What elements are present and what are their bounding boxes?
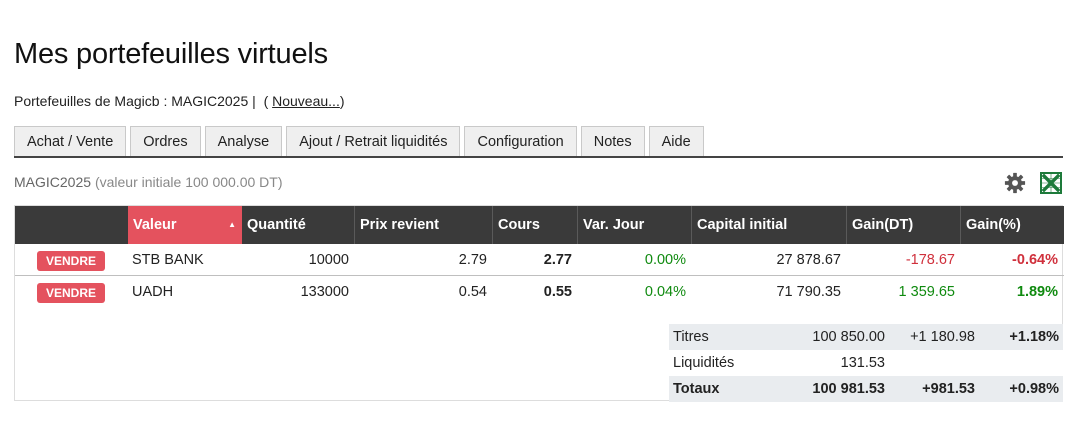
summary-row-totaux: Totaux 100 981.53 +981.53 +0.98%: [669, 376, 1063, 402]
column-header-capital-initial[interactable]: Capital initial: [691, 206, 846, 244]
gear-icon[interactable]: [1004, 172, 1026, 194]
summary-label: Liquidités: [673, 355, 735, 371]
tab-aide[interactable]: Aide: [648, 126, 704, 157]
column-header-quantite[interactable]: Quantité: [242, 206, 354, 244]
portfolio-initial-value: (valeur initiale 100 000.00 DT): [94, 174, 283, 190]
cell-gain-dt: 1 359.65: [898, 284, 955, 300]
cell-quantite: 133000: [300, 284, 349, 300]
portfolio-table: Valeur ▲ Quantité Prix revient Cours Var…: [14, 205, 1064, 402]
column-header-cours[interactable]: Cours: [492, 206, 577, 244]
tab-achat-vente[interactable]: Achat / Vente: [14, 126, 127, 157]
summary-row-liquidites: Liquidités 131.53: [669, 350, 1063, 376]
summary-label: Titres: [673, 329, 709, 345]
column-header-valeur[interactable]: Valeur ▲: [128, 206, 242, 244]
tabs-divider: [14, 156, 1063, 158]
portfolio-selector-line: Portefeuilles de Magicb : MAGIC2025 | ( …: [14, 93, 345, 109]
cell-var-jour: 0.00%: [644, 252, 686, 268]
cell-gain-pct: -0.64%: [1012, 252, 1058, 268]
tab-analyse[interactable]: Analyse: [204, 126, 283, 157]
table-row: VENDRE STB BANK 10000 2.79 2.77 0.00% 27…: [15, 245, 1064, 276]
summary-pct: +0.98%: [1009, 381, 1059, 397]
tab-ajout-retrait-liquidites[interactable]: Ajout / Retrait liquidités: [286, 126, 461, 157]
cell-prix-revient: 0.54: [458, 284, 487, 300]
cell-prix-revient: 2.79: [458, 252, 487, 268]
tab-bar: Achat / Vente Ordres Analyse Ajout / Ret…: [14, 126, 704, 157]
summary-label: Totaux: [673, 381, 720, 397]
table-header-row: Valeur ▲ Quantité Prix revient Cours Var…: [15, 206, 1064, 244]
page-title: Mes portefeuilles virtuels: [14, 38, 328, 70]
sell-button[interactable]: VENDRE: [37, 283, 105, 303]
portfolio-line-separator: :: [163, 93, 168, 109]
new-link-close-paren: ): [339, 93, 345, 109]
cell-cours: 0.55: [543, 284, 572, 300]
new-portfolio-link[interactable]: Nouveau...: [272, 93, 340, 109]
portfolio-name[interactable]: MAGIC2025 |: [171, 93, 256, 109]
column-header-label: Valeur: [133, 217, 177, 233]
summary-row-titres: Titres 100 850.00 +1 180.98 +1.18%: [669, 324, 1063, 350]
summary-value: 131.53: [840, 355, 885, 371]
column-header-prix-revient[interactable]: Prix revient: [354, 206, 492, 244]
cell-cours: 2.77: [543, 252, 572, 268]
cell-var-jour: 0.04%: [644, 284, 686, 300]
cell-gain-dt: -178.67: [905, 252, 955, 268]
tab-configuration[interactable]: Configuration: [464, 126, 577, 157]
summary-gain: +981.53: [922, 381, 975, 397]
portfolio-owner: Magicb: [114, 93, 160, 109]
column-header-gain-dt[interactable]: Gain(DT): [846, 206, 960, 244]
summary-value: 100 981.53: [812, 381, 885, 397]
tab-ordres[interactable]: Ordres: [130, 126, 201, 157]
cell-capital-initial: 71 790.35: [776, 284, 841, 300]
summary-value: 100 850.00: [812, 329, 885, 345]
summary-pct: +1.18%: [1009, 329, 1059, 345]
portfolio-subtitle-name: MAGIC2025: [14, 174, 92, 190]
new-link-open-paren: (: [263, 93, 269, 109]
sort-up-icon: ▲: [228, 220, 236, 229]
cell-valeur[interactable]: UADH: [132, 277, 242, 308]
tab-notes[interactable]: Notes: [580, 126, 645, 157]
column-header-var-jour[interactable]: Var. Jour: [577, 206, 691, 244]
column-header-gain-pct[interactable]: Gain(%): [960, 206, 1064, 244]
portfolio-line-prefix: Portefeuilles de: [14, 93, 111, 109]
cell-gain-pct: 1.89%: [1016, 284, 1058, 300]
cell-capital-initial: 27 878.67: [776, 252, 841, 268]
cell-quantite: 10000: [308, 252, 349, 268]
cell-valeur[interactable]: STB BANK: [132, 245, 242, 276]
table-row: VENDRE UADH 133000 0.54 0.55 0.04% 71 79…: [15, 277, 1064, 308]
summary-gain: +1 180.98: [910, 329, 975, 345]
excel-icon[interactable]: [1039, 171, 1063, 195]
sell-button[interactable]: VENDRE: [37, 251, 105, 271]
portfolio-subtitle: MAGIC2025 (valeur initiale 100 000.00 DT…: [14, 174, 282, 190]
